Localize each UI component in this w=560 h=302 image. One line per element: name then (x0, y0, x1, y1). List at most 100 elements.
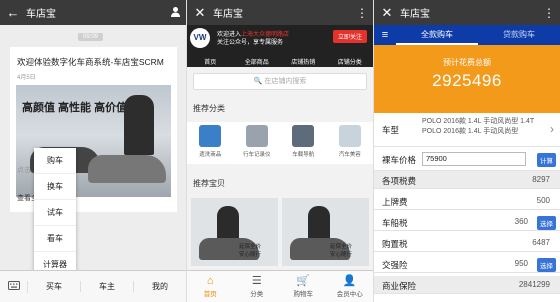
article-title: 欢迎体验数字化车商系统-车店宝SCRM (17, 57, 164, 67)
keyboard-icon[interactable] (0, 280, 28, 293)
close-icon[interactable]: ✕ (374, 5, 400, 21)
chat-topbar: ← 车店宝 (0, 0, 186, 25)
back-icon[interactable]: ← (0, 5, 26, 20)
user-icon[interactable] (164, 6, 186, 20)
more-icon[interactable]: ⋮ (538, 6, 560, 20)
follow-hint: 关注公众号，享专属服务 (217, 40, 284, 46)
nav-home[interactable]: 首页 (187, 57, 234, 66)
popup-menu: 购车 换车 试车 看车 计算器 (34, 148, 76, 278)
fee-value: 360 (514, 217, 528, 226)
section-recommend-categories: 推荐分类 (193, 104, 225, 113)
fee-value: 6487 (532, 238, 550, 247)
fee-row: 购置税 6487 (374, 234, 560, 252)
article-date: 4月5日 (17, 75, 36, 81)
close-icon[interactable]: ✕ (187, 5, 213, 21)
model-selector[interactable]: 车型 POLO 2016款 1.4L 手动风尚型 1.4T POLO 2016款… (374, 113, 560, 147)
fee-value: 2841299 (518, 280, 550, 289)
list-icon: ☰ (251, 275, 262, 287)
category-thumb (245, 125, 268, 147)
category-thumb (338, 125, 361, 147)
cart-icon: 🛒 (296, 275, 311, 287)
product-grid: 延保全价 安心随行 延保全价 安心随行 (191, 198, 369, 266)
tab-label: 首页 (203, 291, 217, 298)
fee-label: 车船税 (382, 218, 408, 228)
nav-hot-sales[interactable]: 店铺热销 (280, 57, 327, 66)
shop-title: 车店宝 (213, 9, 243, 20)
calculator-title: 车店宝 (400, 9, 430, 20)
category-list: 遗洗商品 行车记录仪 车载导航 汽车美容 (187, 122, 373, 164)
price-input[interactable]: 75900 (422, 152, 526, 166)
shop-topbar: ✕ 车店宝 ⋮ (187, 0, 373, 25)
brand-logo: VW (190, 28, 210, 48)
purchase-mode-tabs: ≡ 全款购车 贷款购车 (374, 25, 560, 45)
category-item[interactable]: 行车记录仪 (234, 122, 281, 164)
menu-item-test-drive[interactable]: 试车 (34, 200, 76, 226)
calculator-panel: ✕ 车店宝 ⋮ ≡ 全款购车 贷款购车 预计花费总额 2925496 车型 PO… (374, 0, 560, 302)
section-recommend-products: 推荐宝贝 (193, 179, 225, 188)
category-item[interactable]: 车载导航 (280, 122, 327, 164)
fee-value: 500 (536, 196, 550, 205)
follow-button[interactable]: 立即关注 (332, 30, 367, 43)
shop-banner: VW 欢迎进入上海大众德明路店 关注公众号，享专属服务 立即关注 首页 全部商品… (187, 25, 373, 67)
tab-full-payment[interactable]: 全款购车 (396, 25, 478, 45)
tab-home[interactable]: ⌂ 首页 (187, 271, 234, 302)
user-icon: 👤 (342, 275, 357, 287)
shop-search-input[interactable]: 🔍 在店铺内搜索 (193, 73, 367, 90)
select-button[interactable]: 选择 (537, 216, 556, 230)
model-value: POLO 2016款 1.4L 手动风尚型 1.4T POLO 2016款 1.… (422, 118, 535, 135)
fee-row: 商业保险 2841299 (374, 276, 560, 294)
search-placeholder: 在店铺内搜索 (264, 78, 307, 85)
category-label: 遗洗商品 (199, 152, 222, 158)
tab-loan[interactable]: 贷款购车 (478, 25, 560, 45)
price-row: 裸车价格 75900 计算 (374, 147, 560, 171)
tab-member[interactable]: 👤 会员中心 (327, 271, 374, 302)
nav-all-products[interactable]: 全部商品 (234, 57, 281, 66)
fee-label: 交强险 (382, 260, 408, 270)
home-icon: ⌂ (206, 275, 214, 287)
category-item[interactable]: 遗洗商品 (187, 122, 234, 164)
product-card[interactable]: 延保全价 安心随行 (282, 198, 369, 266)
total-cost-banner: 预计花费总额 2925496 (374, 45, 560, 113)
select-button[interactable]: 选择 (537, 258, 556, 272)
shop-tabbar: ⌂ 首页 ☰ 分类 🛒 购物车 👤 会员中心 (187, 270, 373, 302)
wechat-chat-panel: ← 车店宝 09:09 欢迎体验数字化车商系统-车店宝SCRM 4月5日 高颜值… (0, 0, 187, 302)
menu-item-trade-in[interactable]: 换车 (34, 174, 76, 200)
calculate-button[interactable]: 计算 (537, 153, 556, 167)
category-item[interactable]: 汽车美容 (327, 122, 374, 164)
message-timestamp: 09:09 (78, 33, 104, 41)
product-caption: 延保全价 安心随行 (330, 244, 353, 258)
chevron-right-icon: › (550, 122, 554, 136)
menu-owner[interactable]: 车主 (81, 281, 134, 292)
menu-mine[interactable]: 我的 (134, 281, 186, 292)
tab-label: 分类 (250, 291, 264, 298)
nav-categories[interactable]: 店铺分类 (327, 57, 374, 66)
fee-label: 商业保险 (382, 281, 417, 291)
article-snippet: 点击 (17, 167, 31, 174)
menu-item-view-car[interactable]: 看车 (34, 226, 76, 252)
cover-caption: 高颜值 高性能 高价值 (22, 102, 128, 114)
calculator-topbar: ✕ 车店宝 ⋮ (374, 0, 560, 25)
category-label: 车载导航 (292, 152, 315, 158)
shop-nav: 首页 全部商品 店铺热销 店铺分类 (187, 57, 373, 66)
product-card[interactable]: 延保全价 安心随行 (191, 198, 278, 266)
more-icon[interactable]: ⋮ (351, 6, 373, 20)
menu-buy-car[interactable]: 买车 (28, 281, 81, 292)
category-label: 行车记录仪 (242, 152, 271, 158)
tab-categories[interactable]: ☰ 分类 (234, 271, 281, 302)
menu-icon[interactable]: ≡ (374, 29, 396, 41)
menu-item-buy-car[interactable]: 购车 (34, 148, 76, 174)
category-thumb (292, 125, 315, 147)
cover-person (124, 95, 154, 155)
fee-row: 车船税 360 选择 (374, 213, 560, 231)
tab-cart[interactable]: 🛒 购物车 (280, 271, 327, 302)
fee-row: 上牌费 500 (374, 192, 560, 210)
fee-label: 各项税费 (382, 176, 417, 186)
tab-label: 会员中心 (336, 291, 363, 298)
category-label: 汽车美容 (338, 152, 361, 158)
fee-label: 上牌费 (382, 197, 408, 207)
tab-label: 购物车 (293, 291, 314, 298)
price-label: 裸车价格 (382, 155, 417, 165)
fee-value: 950 (514, 259, 528, 268)
product-caption: 延保全价 安心随行 (239, 244, 262, 258)
fee-row: 交强险 950 选择 (374, 255, 560, 273)
